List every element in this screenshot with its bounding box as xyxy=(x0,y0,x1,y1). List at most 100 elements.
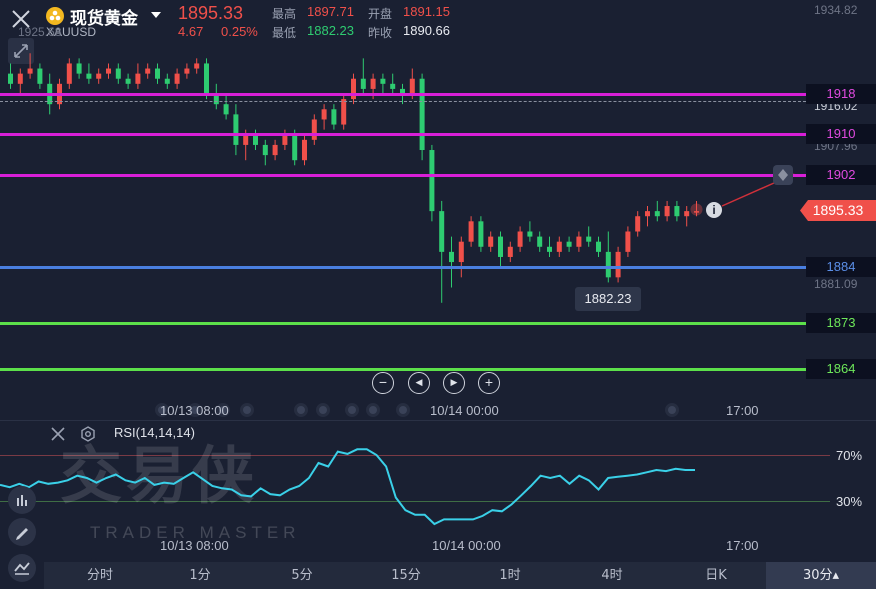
candle xyxy=(17,68,23,94)
tab-6[interactable]: 日K xyxy=(676,562,756,589)
rsi-chart xyxy=(0,448,695,526)
tab-1[interactable]: 1分 xyxy=(160,562,240,589)
time-label-1: 10/13 08:00 xyxy=(160,403,229,418)
candle xyxy=(164,73,170,89)
candle xyxy=(635,211,641,237)
candle xyxy=(517,226,523,252)
low-price-tooltip: 1882.23 xyxy=(575,287,641,311)
level-line-1873[interactable] xyxy=(0,322,806,325)
tab-5[interactable]: 4时 xyxy=(572,562,652,589)
candle xyxy=(566,236,572,252)
candle xyxy=(145,63,151,79)
candle xyxy=(27,53,33,79)
panel-divider xyxy=(0,420,876,421)
candle xyxy=(439,200,445,303)
candle xyxy=(37,63,43,89)
candle xyxy=(360,58,366,94)
candle xyxy=(311,114,317,145)
level-tag-1884: 1884 xyxy=(806,257,876,277)
rsi-time-label-2: 10/14 00:00 xyxy=(432,538,501,553)
candle xyxy=(302,134,307,166)
level-line-1902[interactable] xyxy=(0,174,806,177)
tab-4[interactable]: 1时 xyxy=(470,562,550,589)
candle xyxy=(674,200,680,222)
candle xyxy=(115,63,121,84)
rsi-upper-label: 70% xyxy=(836,448,863,463)
event-dot[interactable] xyxy=(366,403,380,417)
level-tag-1873: 1873 xyxy=(806,313,876,333)
level-line-1864[interactable] xyxy=(0,368,806,371)
candle xyxy=(498,231,503,268)
candle xyxy=(213,83,219,110)
candle xyxy=(331,104,337,130)
candle xyxy=(537,231,543,252)
level-tag-1902: 1902 xyxy=(806,165,876,185)
candle xyxy=(184,63,190,79)
candle xyxy=(684,206,690,227)
drawing-handle-icon[interactable] xyxy=(773,165,793,185)
tab-3[interactable]: 15分 xyxy=(366,562,446,589)
candle xyxy=(135,63,141,89)
candle xyxy=(527,221,533,242)
line-tool-icon[interactable] xyxy=(8,554,36,582)
event-dot[interactable] xyxy=(396,403,410,417)
candle xyxy=(262,139,268,166)
candle xyxy=(380,73,386,94)
candle xyxy=(468,216,474,247)
scroll-right-button[interactable]: ▶ xyxy=(443,372,465,394)
candle xyxy=(488,231,494,252)
zoom-in-button[interactable]: + xyxy=(478,372,500,394)
candle xyxy=(351,73,356,105)
candle xyxy=(223,94,229,120)
event-dot[interactable] xyxy=(240,403,254,417)
candle xyxy=(478,216,484,252)
time-label-3: 17:00 xyxy=(726,403,759,418)
dashed-reference-line xyxy=(0,101,806,102)
candle xyxy=(272,139,278,161)
tab-0[interactable]: 分时 xyxy=(55,562,145,589)
indicator-tool-icon[interactable] xyxy=(8,486,36,514)
event-dot[interactable] xyxy=(665,403,679,417)
tab-2[interactable]: 5分 xyxy=(262,562,342,589)
candle xyxy=(547,236,552,257)
tab-7[interactable]: 30分▴ xyxy=(766,562,876,589)
candle xyxy=(194,58,200,74)
candle xyxy=(615,246,621,283)
candle xyxy=(507,241,513,263)
current-price-marker xyxy=(690,203,703,216)
candle xyxy=(233,104,239,156)
candle xyxy=(155,63,160,84)
event-dot[interactable] xyxy=(345,403,359,417)
candle xyxy=(586,226,592,247)
level-line-1918[interactable] xyxy=(0,93,806,96)
rsi-time-label-1: 10/13 08:00 xyxy=(160,538,229,553)
level-tag-1910: 1910 xyxy=(806,124,876,144)
level-tag-1918: 1918 xyxy=(806,84,876,104)
current-price-tag: 1895.33 xyxy=(800,200,876,221)
pencil-icon[interactable] xyxy=(8,518,36,546)
level-line-1910[interactable] xyxy=(0,133,806,136)
candle xyxy=(625,226,631,257)
time-label-2: 10/14 00:00 xyxy=(430,403,499,418)
rsi-time-label-3: 17:00 xyxy=(726,538,759,553)
candle xyxy=(8,63,13,89)
event-dot[interactable] xyxy=(316,403,330,417)
rsi-line xyxy=(0,448,695,526)
candle xyxy=(66,58,72,89)
candle xyxy=(86,63,92,84)
candle xyxy=(576,231,582,252)
scroll-left-button[interactable]: ◀ xyxy=(408,372,430,394)
candle xyxy=(458,236,464,278)
candle xyxy=(556,236,562,257)
zoom-out-button[interactable]: − xyxy=(372,372,394,394)
candle xyxy=(645,206,650,227)
event-dot[interactable] xyxy=(294,403,308,417)
candle xyxy=(390,73,396,94)
level-line-1884[interactable] xyxy=(0,266,806,269)
candle xyxy=(125,73,131,89)
candlestick-chart[interactable] xyxy=(0,0,876,395)
candle xyxy=(419,73,425,161)
info-icon[interactable]: i xyxy=(706,202,722,218)
candle xyxy=(321,104,327,130)
candle xyxy=(664,200,670,222)
